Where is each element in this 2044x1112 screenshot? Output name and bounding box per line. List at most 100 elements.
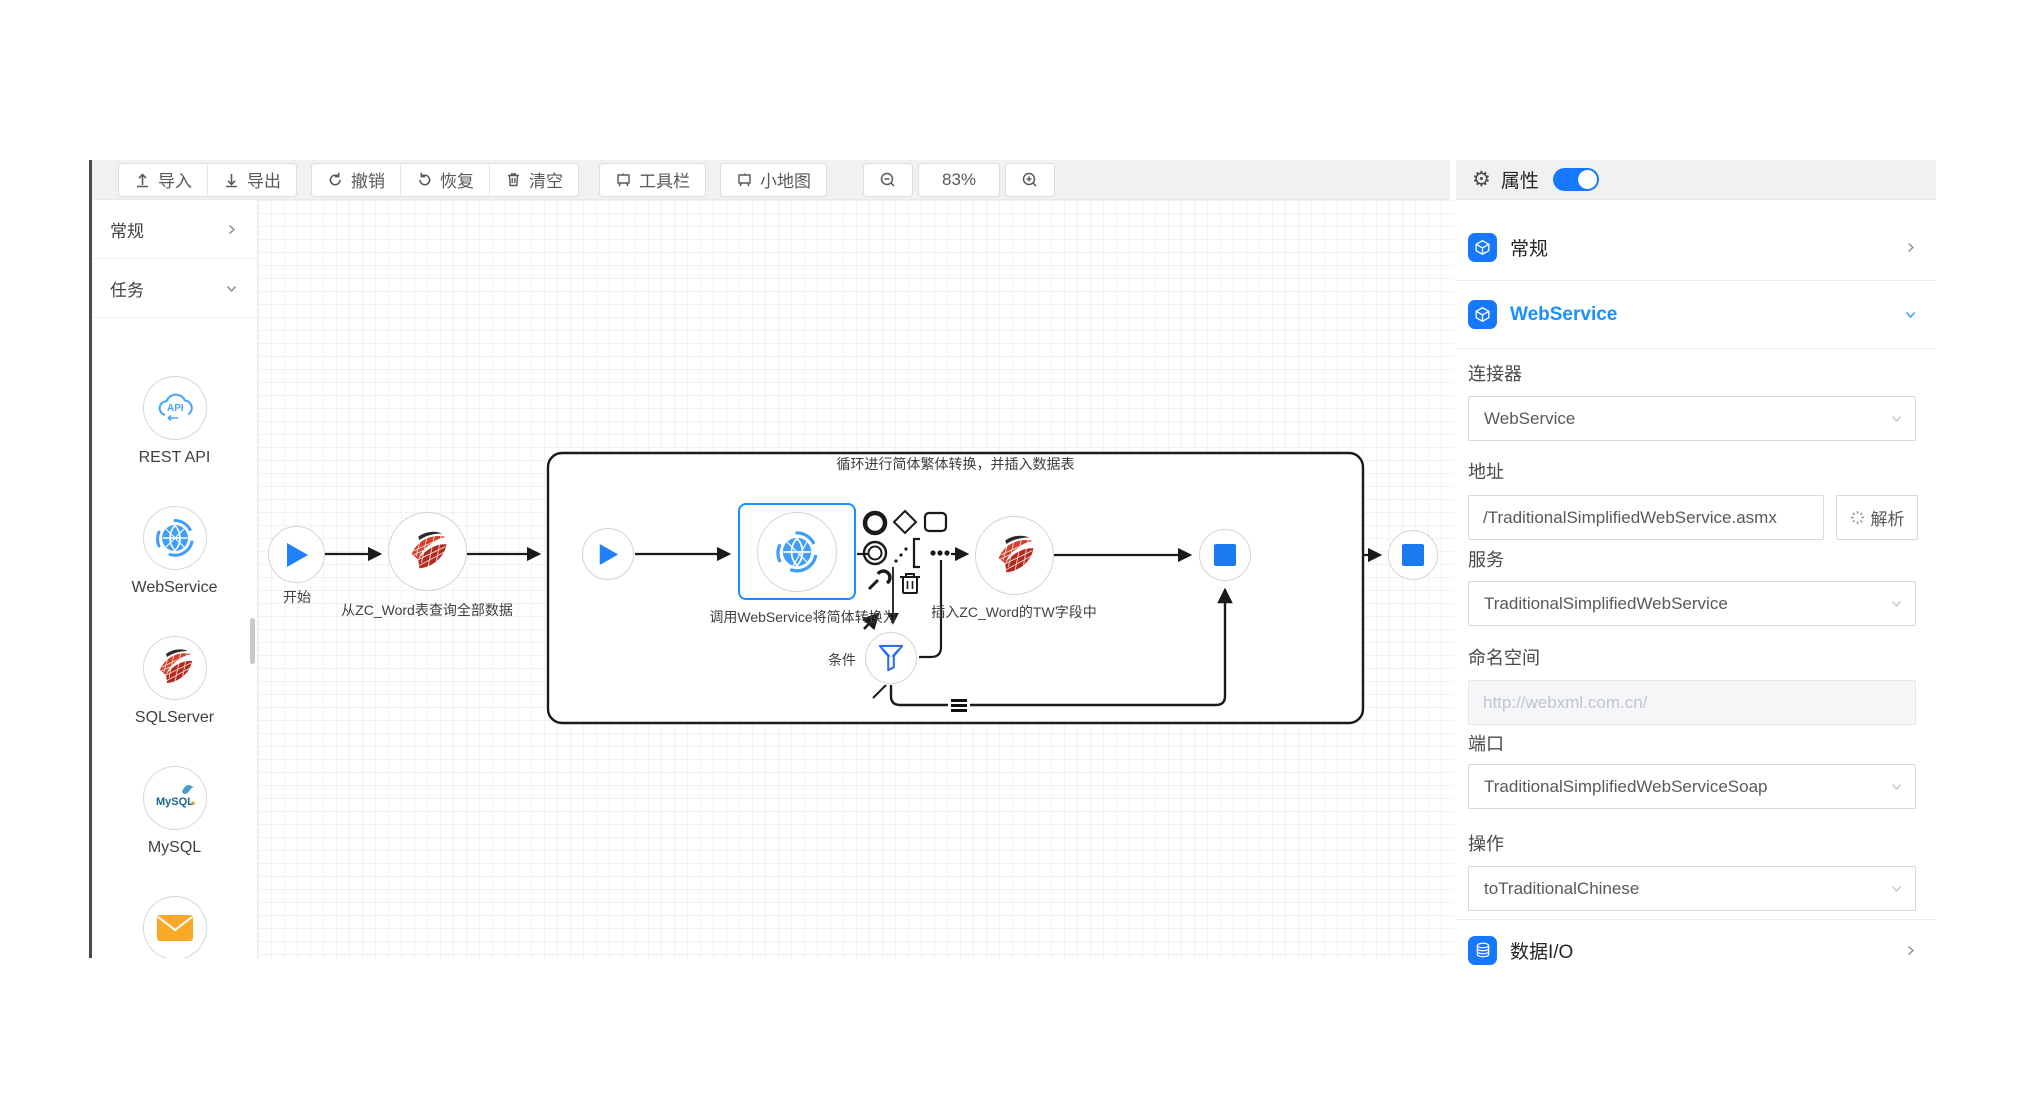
section-general-label: 常规 <box>1510 234 1905 261</box>
webservice-node-selected[interactable] <box>738 503 856 600</box>
sqlserver-label: SQLServer <box>135 709 214 727</box>
sql-insert-node[interactable] <box>975 516 1054 595</box>
sidebar-section-tasks[interactable]: 任务 <box>92 259 257 318</box>
condition-node[interactable] <box>865 632 917 684</box>
redo-icon <box>416 171 433 188</box>
toolbar-toggle-label: 工具栏 <box>639 167 690 192</box>
database-icon <box>1468 936 1497 965</box>
operation-field-label: 操作 <box>1468 830 1504 856</box>
address-value: /TraditionalSimplifiedWebService.asmx <box>1483 508 1777 528</box>
connector-field-label: 连接器 <box>1468 360 1522 386</box>
loop-end-node[interactable] <box>1199 529 1251 581</box>
address-input[interactable]: /TraditionalSimplifiedWebService.asmx <box>1468 495 1824 540</box>
svg-text:MySQL: MySQL <box>156 796 194 808</box>
port-select[interactable]: TraditionalSimplifiedWebServiceSoap <box>1468 764 1916 809</box>
flow-canvas[interactable]: 循环进行简体繁体转换，并插入数据表 开始 从ZC_Word表查询全部数据 <box>258 200 1454 958</box>
connector-select[interactable]: WebService <box>1468 396 1916 441</box>
clear-button[interactable]: 清空 <box>489 164 578 196</box>
parse-button[interactable]: 解析 <box>1836 495 1918 540</box>
import-button[interactable]: 导入 <box>119 164 207 196</box>
start-node[interactable] <box>268 526 325 583</box>
port-field-label: 端口 <box>1468 730 1504 756</box>
toolbar-toggle-group: 工具栏 <box>599 163 706 197</box>
section-webservice-label: WebService <box>1510 304 1905 326</box>
import-export-group: 导入 导出 <box>118 163 297 197</box>
sparkle-icon <box>1850 510 1865 525</box>
service-field-label: 服务 <box>1468 546 1504 572</box>
palette-item-sqlserver[interactable]: SQLServer <box>92 636 257 727</box>
redo-button[interactable]: 恢复 <box>400 164 489 196</box>
zoom-in-button[interactable] <box>1005 163 1055 197</box>
edge-label-marker <box>948 697 970 713</box>
palette-item-webservice[interactable]: WebService <box>92 506 257 597</box>
namespace-input: http://webxml.com.cn/ <box>1468 680 1916 725</box>
section-row-webservice[interactable]: WebService <box>1456 281 1936 348</box>
section-row-general[interactable]: 常规 <box>1456 216 1936 278</box>
play-icon <box>285 542 309 568</box>
flow-end-node[interactable] <box>1388 530 1438 580</box>
divider <box>1456 919 1936 920</box>
filter-icon <box>878 644 904 672</box>
minimap-label: 小地图 <box>760 167 811 192</box>
export-icon <box>223 171 240 188</box>
section-general-label: 常规 <box>110 217 144 242</box>
chevron-up-icon <box>1905 309 1916 320</box>
undo-label: 撤销 <box>351 167 385 192</box>
mysql-icon: MySQL <box>143 766 207 830</box>
canvas-toolbar: 导入 导出 撤销 恢复 清空 <box>92 160 1450 200</box>
import-icon <box>134 171 151 188</box>
clear-label: 清空 <box>529 167 563 192</box>
properties-panel: 常规 WebService 连接器 WebService 地址 /Traditi… <box>1456 200 1936 958</box>
sqlserver-node-icon <box>990 531 1040 581</box>
node-palette-sidebar: 常规 任务 API REST API <box>92 200 258 958</box>
minimap-group: 小地图 <box>720 163 827 197</box>
namespace-field-label: 命名空间 <box>1468 644 1540 670</box>
sidebar-scrollbar[interactable] <box>250 618 255 664</box>
circle-shape-tool[interactable] <box>865 513 885 533</box>
app-window: 导入 导出 撤销 恢复 清空 <box>0 0 2044 1112</box>
zoom-out-button[interactable] <box>863 163 913 197</box>
export-button[interactable]: 导出 <box>207 164 296 196</box>
wrench-icon[interactable] <box>869 571 890 589</box>
webservice-label: WebService <box>132 579 218 597</box>
address-field-label: 地址 <box>1468 458 1504 484</box>
zoom-level-display[interactable]: 83% <box>918 163 1000 197</box>
diamond-shape-tool[interactable] <box>894 511 916 533</box>
palette-item-rest-api[interactable]: API REST API <box>92 376 257 467</box>
stop-icon <box>1214 544 1236 566</box>
minimap-button[interactable]: 小地图 <box>721 164 826 196</box>
rest-api-label: REST API <box>139 449 211 467</box>
divider <box>1456 348 1936 349</box>
redo-label: 恢复 <box>440 167 474 192</box>
chevron-right-icon <box>1905 242 1916 253</box>
more-dots-icon[interactable] <box>930 550 949 555</box>
sql-query-node[interactable] <box>388 512 467 591</box>
undo-icon <box>327 171 344 188</box>
section-row-dataio[interactable]: 数据I/O <box>1456 922 1936 978</box>
svg-text:API: API <box>167 403 184 414</box>
properties-header: ⚙ 属性 <box>1456 160 1936 200</box>
namespace-placeholder: http://webxml.com.cn/ <box>1483 693 1647 713</box>
toolbar-toggle-button[interactable]: 工具栏 <box>600 164 705 196</box>
palette-item-mysql[interactable]: MySQL MySQL <box>92 766 257 857</box>
outer-circle-tool[interactable] <box>864 542 886 564</box>
trash-icon[interactable] <box>900 574 920 593</box>
undo-button[interactable]: 撤销 <box>312 164 400 196</box>
chevron-down-icon <box>226 283 237 294</box>
bracket-tool[interactable] <box>914 539 920 567</box>
sqlserver-icon <box>143 636 207 700</box>
loop-start-node[interactable] <box>582 528 634 580</box>
palette-item-email[interactable] <box>92 896 257 958</box>
rect-shape-tool[interactable] <box>925 513 946 531</box>
sidebar-section-general[interactable]: 常规 <box>92 200 257 259</box>
gear-icon: ⚙ <box>1472 169 1491 190</box>
toggle-knob <box>1578 170 1597 189</box>
chevron-down-icon <box>1891 883 1902 894</box>
operation-select[interactable]: toTraditionalChinese <box>1468 866 1916 911</box>
service-select[interactable]: TraditionalSimplifiedWebService <box>1468 581 1916 626</box>
service-value: TraditionalSimplifiedWebService <box>1484 594 1728 614</box>
properties-toggle[interactable] <box>1553 168 1599 191</box>
section-tasks-label: 任务 <box>110 276 144 301</box>
webservice-node-icon <box>773 528 821 576</box>
play-icon <box>598 543 619 566</box>
